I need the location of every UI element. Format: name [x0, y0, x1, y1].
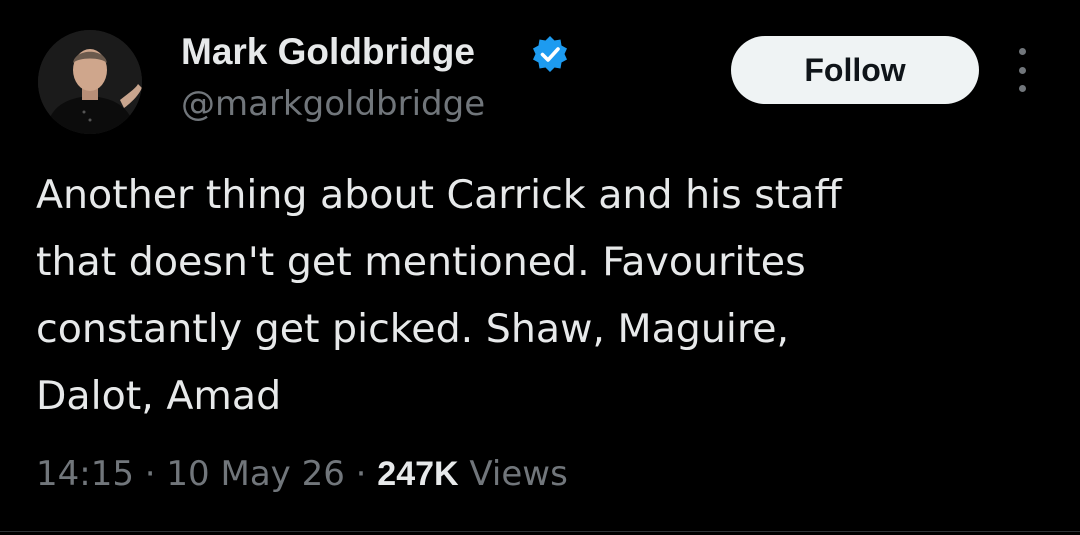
follow-button[interactable]: Follow [731, 36, 979, 104]
divider [0, 531, 1080, 532]
tweet-date[interactable]: 10 May 26 [166, 454, 344, 494]
views-count[interactable]: 247K [377, 455, 458, 493]
tweet-text: Another thing about Carrick and his staf… [36, 162, 1046, 430]
meta-separator: · [355, 454, 367, 494]
more-dot [1018, 48, 1026, 55]
author-avatar[interactable] [38, 30, 142, 134]
views-label[interactable]: Views [469, 454, 567, 494]
more-dot [1018, 85, 1026, 92]
more-dot [1018, 66, 1026, 74]
verified-badge-icon [533, 36, 567, 72]
avatar-photo [38, 30, 142, 134]
tweet-line: Dalot, Amad [36, 373, 282, 419]
tweet-meta: 14:15 · 10 May 26 · 247K Views [36, 450, 568, 498]
tweet-line: constantly get picked. Shaw, Maguire, [36, 306, 790, 352]
tweet-line: Another thing about Carrick and his staf… [36, 172, 842, 218]
meta-separator: · [144, 454, 156, 494]
author-display-name[interactable]: Mark Goldbridge [181, 30, 475, 74]
author-handle[interactable]: @markgoldbridge [181, 84, 485, 124]
tweet-line: that doesn't get mentioned. Favourites [36, 239, 806, 285]
more-vertical-icon[interactable] [1006, 48, 1038, 92]
tweet-time[interactable]: 14:15 [36, 454, 134, 494]
